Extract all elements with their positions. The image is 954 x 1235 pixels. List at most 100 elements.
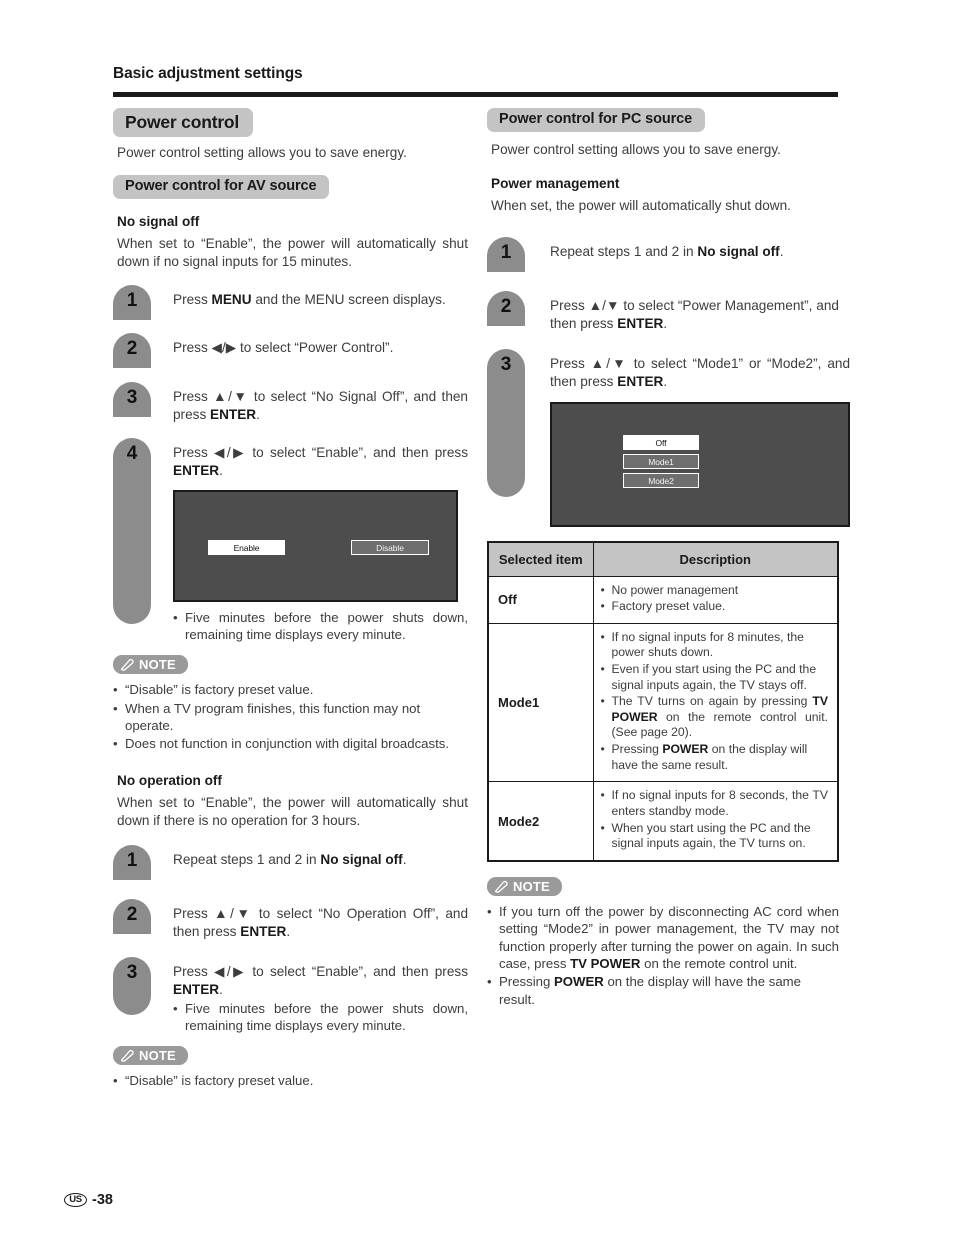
bullet-text: Five minutes before the power shuts down… (185, 609, 468, 643)
row-desc-mode2: • If no signal inputs for 8 seconds, the… (592, 781, 839, 862)
header-divider (113, 92, 838, 97)
step-text: Press ◀/▶ to select “Enable”, and then p… (173, 963, 468, 997)
row-desc-off: • No power management • Factory preset v… (592, 575, 839, 624)
column-header-selected-item: Selected item (487, 541, 594, 577)
left-column: Power control Power control setting allo… (113, 108, 468, 1090)
row-label-off: Off (487, 575, 594, 624)
note-text: “Disable” is factory preset value. (125, 1072, 314, 1088)
step-text: Press ◀/▶ to select “Power Control”. (173, 340, 394, 356)
desc-item: • No power management (601, 583, 829, 599)
note-item: • “Disable” is factory preset value. (113, 681, 468, 698)
bullet-dot: • (487, 974, 492, 990)
note-label: NOTE (513, 878, 550, 894)
step-number-badge: 3 (113, 382, 151, 418)
bullet-dot: • (600, 742, 605, 757)
step-number-badge: 1 (113, 285, 151, 321)
step-number-badge: 2 (487, 290, 525, 326)
desc-item: • The TV turns on again by pressing TV P… (601, 694, 829, 741)
heading-power-control: Power control (113, 108, 254, 138)
desc-item: • Factory preset value. (601, 599, 829, 615)
note-item: • When a TV program finishes, this funct… (113, 700, 468, 735)
desc-item: • Even if you start using the PC and the… (601, 662, 829, 693)
heading-power-control-pc-source: Power control for PC source (487, 108, 706, 133)
subheading-no-signal-off: No signal off (117, 214, 200, 230)
step-item: 1 Press MENU and the MENU screen display… (113, 285, 468, 321)
step-text: Press ▲/▼ to select “Power Management”, … (550, 297, 839, 331)
bullet-dot: • (600, 694, 605, 709)
bullet-dot: • (600, 582, 605, 597)
power-management-steps: 1 Repeat steps 1 and 2 in No signal off.… (487, 236, 850, 527)
step-item: 3 Press ▲/▼ to select “No Signal Off”, a… (113, 382, 468, 424)
desc-item: • When you start using the PC and the si… (601, 821, 829, 852)
step-text: Press ▲/▼ to select “No Operation Off”, … (173, 905, 468, 939)
table-row: Mode1 • If no signal inputs for 8 minute… (487, 622, 839, 783)
table-head: Selected item Description (487, 541, 839, 577)
power-management-table: Selected item Description Off • No power… (487, 540, 839, 862)
column-header-description: Description (592, 541, 839, 577)
desc-text: Even if you start using the PC and the s… (611, 662, 817, 692)
note-list: • If you turn off the power by disconnec… (487, 903, 839, 1009)
osd-button-mode1[interactable]: Mode1 (623, 453, 699, 469)
step-number-badge: 3 (113, 956, 151, 1015)
step-item: 3 Press ▲/▼ to select “Mode1” or “Mode2”… (487, 348, 850, 527)
step-number-badge: 1 (487, 236, 525, 272)
note-item: • Pressing POWER on the display will hav… (487, 973, 839, 1008)
bullet-dot: • (600, 788, 605, 803)
osd-screen-enable-disable: Enable Disable (173, 489, 458, 602)
row-label-mode1: Mode1 (487, 622, 594, 783)
step-text: Repeat steps 1 and 2 in No signal off. (173, 851, 407, 867)
desc-text: Factory preset value. (611, 599, 726, 614)
step-text: Press ▲/▼ to select “Mode1” or “Mode2”, … (550, 355, 850, 389)
step-text: Press ◀/▶ to select “Enable”, and then p… (173, 445, 468, 478)
step-item: 1 Repeat steps 1 and 2 in No signal off. (487, 236, 839, 272)
power-control-intro: Power control setting allows you to save… (117, 145, 407, 161)
note-label: NOTE (139, 1047, 176, 1063)
note-badge: NOTE (487, 876, 562, 896)
desc-item: • If no signal inputs for 8 minutes, the… (601, 630, 829, 661)
page-number: -38 (92, 1192, 113, 1208)
osd-button-mode2[interactable]: Mode2 (623, 472, 699, 488)
screen-bullet: • Five minutes before the power shuts do… (173, 609, 468, 643)
step-bullet: • Five minutes before the power shuts do… (173, 1000, 468, 1034)
step-text: Repeat steps 1 and 2 in No signal off. (550, 243, 784, 259)
step-item: 2 Press ▲/▼ to select “Power Management”… (487, 290, 839, 333)
pencil-icon (120, 1049, 134, 1062)
osd-button-enable[interactable]: Enable (208, 539, 285, 555)
note-text: When a TV program finishes, this functio… (125, 700, 421, 734)
step-item: 1 Repeat steps 1 and 2 in No signal off. (113, 844, 468, 880)
row-desc-mode1: • If no signal inputs for 8 minutes, the… (592, 622, 839, 783)
table-header-row: Selected item Description (487, 541, 839, 577)
pencil-icon (494, 880, 508, 893)
desc-list: • No power management • Factory preset v… (601, 583, 829, 615)
note-badge: NOTE (113, 1045, 188, 1065)
step-number-badge: 4 (113, 438, 151, 625)
osd-button-off[interactable]: Off (623, 434, 699, 450)
table-body: Off • No power management • Factory pres… (487, 575, 839, 862)
desc-item: • Pressing POWER on the display will hav… (601, 742, 829, 773)
desc-list: • If no signal inputs for 8 minutes, the… (601, 630, 829, 773)
bullet-dot: • (113, 736, 118, 752)
step-text-group: Press ◀/▶ to select “Enable”, and then p… (151, 957, 468, 1034)
subheading-power-management: Power management (491, 175, 620, 191)
right-column: Power control for PC source Power contro… (487, 108, 850, 1009)
pc-source-intro: Power control setting allows you to save… (491, 142, 781, 158)
note-item: • “Disable” is factory preset value. (113, 1072, 468, 1089)
bullet-dot: • (173, 1000, 178, 1016)
bullet-dot: • (600, 662, 605, 677)
power-management-body: When set, the power will automatically s… (491, 197, 791, 213)
desc-text: No power management (611, 582, 739, 597)
table-row: Off • No power management • Factory pres… (487, 575, 839, 624)
heading-power-control-av-source: Power control for AV source (113, 175, 330, 200)
desc-item: • If no signal inputs for 8 seconds, the… (601, 788, 829, 819)
note-item: • If you turn off the power by disconnec… (487, 903, 839, 973)
bullet-dot: • (487, 903, 492, 919)
step-number-badge: 1 (113, 844, 151, 880)
page-title: Basic adjustment settings (113, 65, 303, 82)
desc-text: Pressing POWER on the display will have … (611, 742, 808, 772)
note-text: If you turn off the power by disconnecti… (499, 903, 839, 971)
step-item: 2 Press ◀/▶ to select “Power Control”. (113, 333, 468, 369)
step-text: Press ▲/▼ to select “No Signal Off”, and… (173, 389, 468, 423)
bullet-dot: • (173, 609, 178, 625)
no-signal-off-body: When set to “Enable”, the power will aut… (117, 236, 468, 270)
osd-button-disable[interactable]: Disable (351, 539, 429, 555)
